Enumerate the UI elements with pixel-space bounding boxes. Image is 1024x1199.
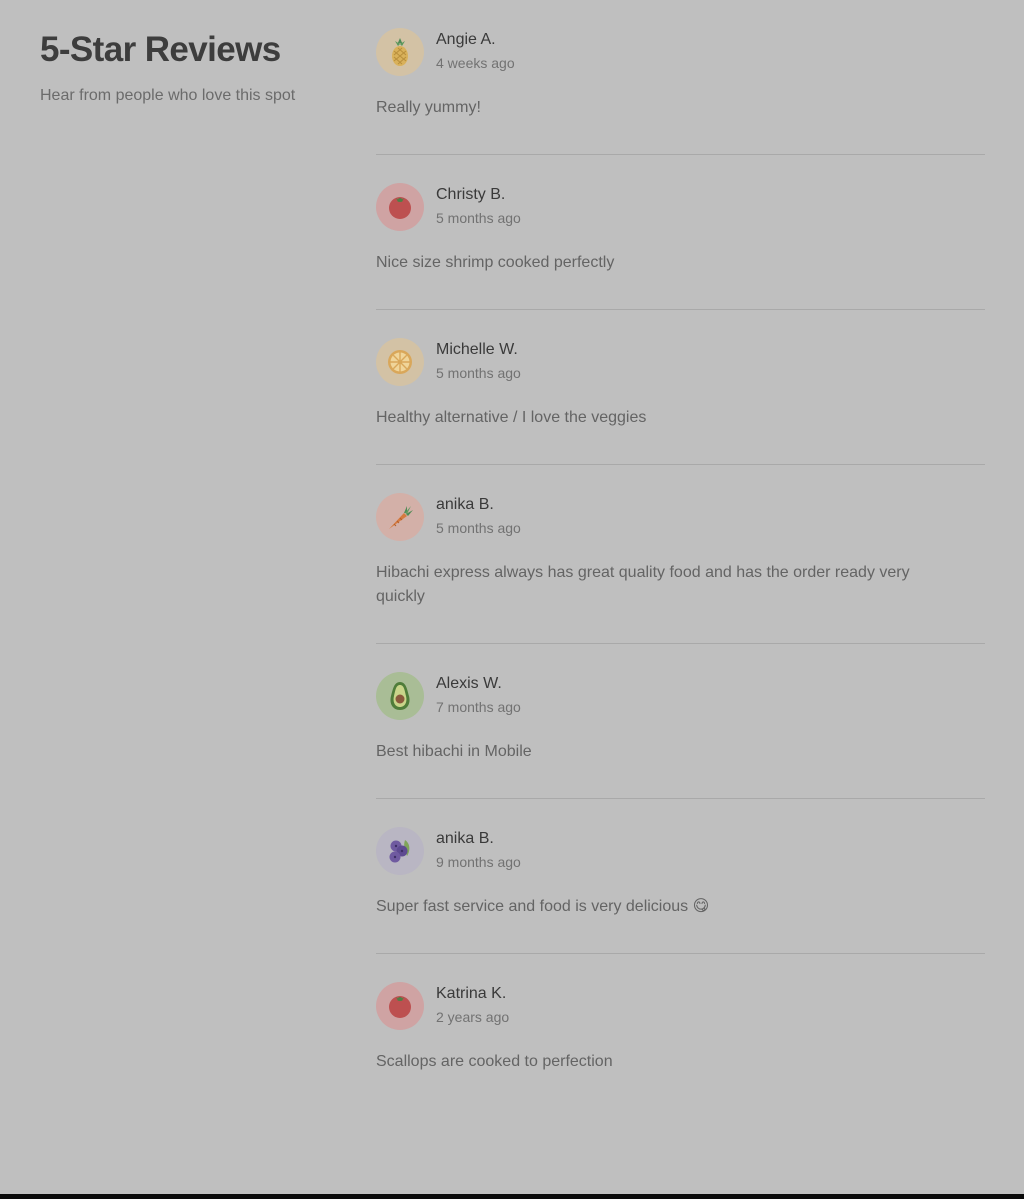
avatar bbox=[376, 28, 424, 76]
reviewer-name: Alexis W. bbox=[436, 675, 502, 692]
reviewer-name: anika B. bbox=[436, 830, 494, 847]
review-text: Super fast service and food is very deli… bbox=[376, 898, 710, 915]
review-text: Nice size shrimp cooked perfectly bbox=[376, 254, 615, 271]
review-item: Michelle W. 5 months ago Healthy alterna… bbox=[376, 310, 985, 465]
reviewer-name: Michelle W. bbox=[436, 341, 518, 358]
avatar bbox=[376, 827, 424, 875]
review-date: 4 weeks ago bbox=[436, 55, 515, 71]
reviewer-name: Katrina K. bbox=[436, 985, 507, 1002]
page-subtitle: Hear from people who love this spot bbox=[40, 87, 296, 104]
tomato-icon bbox=[389, 197, 411, 219]
avatar bbox=[376, 183, 424, 231]
review-text: Best hibachi in Mobile bbox=[376, 743, 532, 760]
review-text: Scallops are cooked to perfection bbox=[376, 1053, 613, 1070]
avatar bbox=[376, 338, 424, 386]
review-text: Healthy alternative / I love the veggies bbox=[376, 409, 647, 426]
review-text: Hibachi express always has great quality… bbox=[376, 564, 910, 605]
reviewer-name: anika B. bbox=[436, 496, 494, 513]
avatar bbox=[376, 982, 424, 1030]
reviews-page: 5-Star Reviews Hear from people who love… bbox=[0, 0, 1024, 1194]
review-text: Really yummy! bbox=[376, 99, 481, 116]
page-title: 5-Star Reviews bbox=[40, 30, 281, 69]
reviews-list: Angie A. 4 weeks ago Really yummy! Chris… bbox=[376, 0, 985, 1108]
review-item: anika B. 5 months ago Hibachi express al… bbox=[376, 465, 985, 644]
review-date: 2 years ago bbox=[436, 1009, 510, 1025]
review-date: 5 months ago bbox=[436, 210, 521, 226]
pineapple-icon bbox=[392, 38, 408, 66]
review-item: Katrina K. 2 years ago Scallops are cook… bbox=[376, 954, 985, 1108]
review-item: anika B. 9 months ago Super fast service… bbox=[376, 799, 985, 954]
review-item: Angie A. 4 weeks ago Really yummy! bbox=[376, 0, 985, 155]
review-date: 7 months ago bbox=[436, 699, 521, 715]
review-date: 5 months ago bbox=[436, 520, 521, 536]
review-item: Christy B. 5 months ago Nice size shrimp… bbox=[376, 155, 985, 310]
reviewer-name: Angie A. bbox=[436, 31, 496, 48]
review-date: 5 months ago bbox=[436, 365, 521, 381]
avatar bbox=[376, 493, 424, 541]
avocado-icon bbox=[390, 682, 410, 710]
orange-slice-icon bbox=[388, 350, 412, 374]
reviews-header: 5-Star Reviews Hear from people who love… bbox=[40, 28, 340, 107]
reviewer-name: Christy B. bbox=[436, 186, 506, 203]
bottom-edge-bar bbox=[0, 1194, 1024, 1199]
review-item: Alexis W. 7 months ago Best hibachi in M… bbox=[376, 644, 985, 799]
review-date: 9 months ago bbox=[436, 854, 521, 870]
tomato-icon bbox=[389, 996, 411, 1018]
carrot-icon bbox=[389, 506, 413, 529]
avatar bbox=[376, 672, 424, 720]
blueberries-icon bbox=[389, 840, 410, 863]
